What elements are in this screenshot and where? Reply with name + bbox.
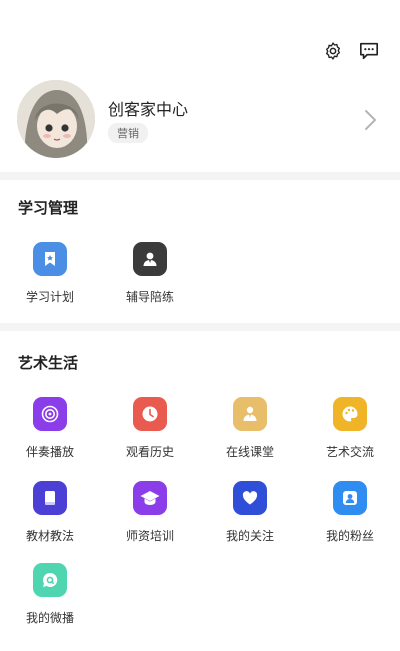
top-bar <box>322 40 380 62</box>
section-title-learning: 学习管理 <box>18 199 79 217</box>
grid-item-label: 师资培训 <box>125 529 174 543</box>
grid-item-my-fans[interactable]: 我的粉丝 <box>300 481 400 544</box>
grid-item-coaching[interactable]: 辅导陪练 <box>100 242 200 305</box>
grid-item-label: 观看历史 <box>125 445 174 459</box>
play-icon <box>33 397 67 431</box>
grid-item-label: 在线课堂 <box>225 445 274 459</box>
grid-item-history[interactable]: 观看历史 <box>100 397 200 460</box>
grid-item-label: 我的粉丝 <box>325 529 374 543</box>
teacher-icon <box>233 397 267 431</box>
fan-user-icon <box>333 481 367 515</box>
divider <box>0 323 400 331</box>
profile-tag-badge: 营销 <box>108 123 148 143</box>
grid-item-art-exchange[interactable]: 艺术交流 <box>300 397 400 460</box>
palette-icon <box>333 397 367 431</box>
grid-item-my-microcast[interactable]: 我的微播 <box>0 563 100 626</box>
grid-item-my-follows[interactable]: 我的关注 <box>200 481 300 544</box>
grid-item-teaching-materials[interactable]: 教材教法 <box>0 481 100 544</box>
grid-item-label: 辅导陪练 <box>125 290 174 304</box>
grid-item-label: 我的关注 <box>225 529 274 543</box>
grid-item-label: 伴奏播放 <box>25 445 74 459</box>
chat-q-icon <box>33 563 67 597</box>
heart-icon <box>233 481 267 515</box>
gear-icon[interactable] <box>322 40 344 62</box>
book-icon <box>33 481 67 515</box>
divider <box>0 172 400 180</box>
person-icon <box>133 242 167 276</box>
grid-item-accompaniment[interactable]: 伴奏播放 <box>0 397 100 460</box>
graduation-cap-icon <box>133 481 167 515</box>
avatar[interactable] <box>17 80 95 158</box>
profile-name: 创客家中心 <box>108 100 189 119</box>
chat-bubble-icon[interactable] <box>358 40 380 62</box>
grid-item-label: 艺术交流 <box>325 445 374 459</box>
grid-item-label: 学习计划 <box>25 290 74 304</box>
bookmark-icon <box>33 242 67 276</box>
grid-item-teacher-training[interactable]: 师资培训 <box>100 481 200 544</box>
clock-icon <box>133 397 167 431</box>
grid-item-label: 我的微播 <box>25 611 74 625</box>
section-title-art-life: 艺术生活 <box>18 354 79 372</box>
grid-item-label: 教材教法 <box>25 529 74 543</box>
chevron-right-icon[interactable] <box>362 108 378 132</box>
profile-card[interactable]: 创客家中心 营销 <box>0 78 400 166</box>
grid-item-online-class[interactable]: 在线课堂 <box>200 397 300 460</box>
grid-item-study-plan[interactable]: 学习计划 <box>0 242 100 305</box>
